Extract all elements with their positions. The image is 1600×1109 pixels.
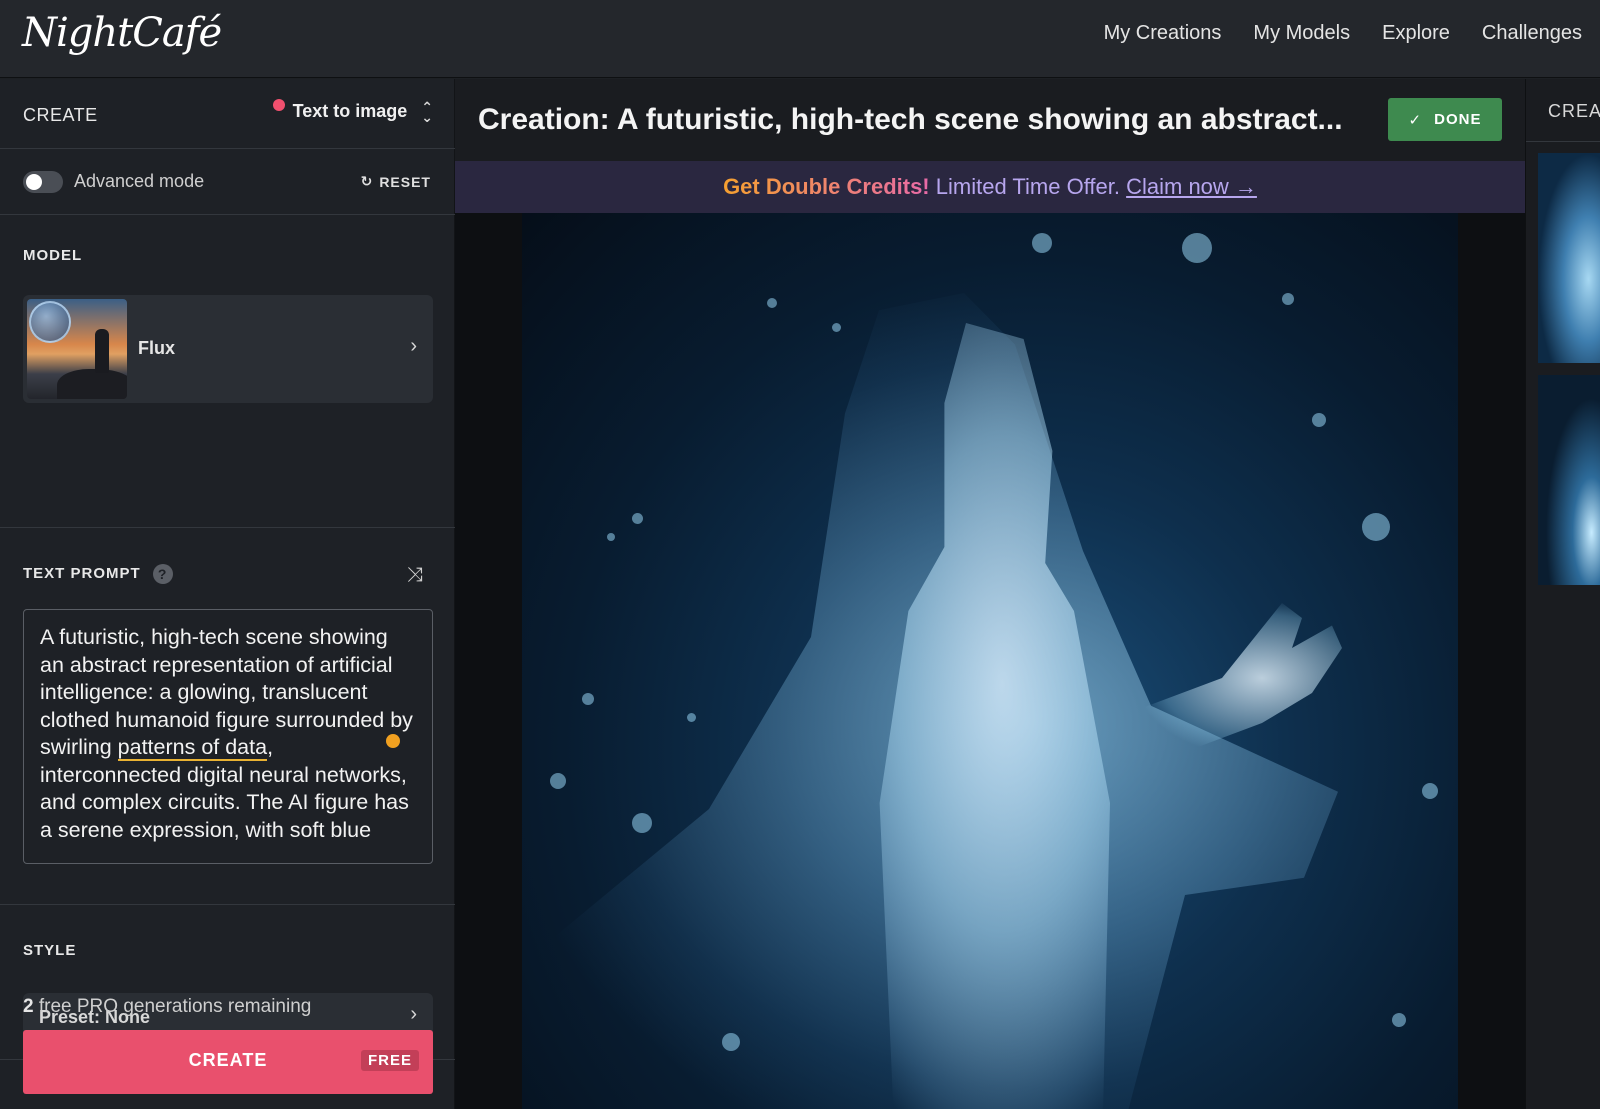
mode-select[interactable]: Text to image ⌃ ⌄	[292, 98, 433, 125]
creation-title: Creation: A futuristic, high-tech scene …	[478, 103, 1343, 136]
creation-view: Creation: A futuristic, high-tech scene …	[455, 79, 1525, 1109]
checkmark-icon: ✓	[1408, 111, 1423, 129]
divider	[1526, 141, 1600, 142]
done-label: DONE	[1434, 111, 1482, 128]
recent-creations-title: CREAT	[1548, 101, 1600, 121]
reset-label: RESET	[379, 173, 431, 190]
recent-creation-thumbnail[interactable]	[1538, 375, 1600, 585]
art-particle	[1032, 233, 1052, 253]
art-hand	[1142, 603, 1342, 753]
create-title: CREATE	[23, 105, 98, 125]
model-selector[interactable]: Flux ›	[23, 295, 433, 403]
art-particle	[1312, 413, 1326, 427]
art-particle	[687, 713, 696, 722]
art-particle	[607, 533, 615, 541]
model-label: MODEL	[23, 247, 83, 264]
notification-dot	[273, 99, 285, 111]
model-section: MODEL Flux ›	[0, 215, 455, 528]
promo-banner: Get Double Credits! Limited Time Offer. …	[455, 161, 1525, 213]
art-particle	[1282, 293, 1294, 305]
remaining-generations: 2 free PRO generations remaining	[23, 996, 311, 1018]
nav-my-models[interactable]: My Models	[1253, 22, 1350, 45]
remaining-count: 2	[23, 996, 34, 1017]
remaining-text: free PRO generations remaining	[38, 996, 312, 1017]
thumb-globe	[29, 301, 71, 343]
create-sidebar: CREATE Text to image ⌃ ⌄ Advanced mode ↻ …	[0, 79, 455, 1109]
nav-challenges[interactable]: Challenges	[1482, 22, 1582, 45]
nightcafe-logo[interactable]: NightCafé	[22, 10, 222, 56]
art-particle	[1362, 513, 1390, 541]
banner-text: Limited Time Offer.	[935, 174, 1120, 199]
text-prompt-header: TEXT PROMPT?	[23, 564, 173, 584]
advanced-mode-row: Advanced mode ↻ RESET	[0, 149, 455, 215]
art-particle	[1392, 1013, 1406, 1027]
recent-creations-strip: CREAT	[1525, 79, 1600, 1109]
toggle-knob	[26, 174, 42, 190]
prompt-textarea[interactable]: A futuristic, high-tech scene showing an…	[23, 609, 433, 864]
nav-my-creations[interactable]: My Creations	[1104, 22, 1222, 45]
art-particle	[832, 323, 841, 332]
art-particle	[632, 513, 643, 524]
art-particle	[1422, 783, 1438, 799]
advanced-mode-label: Advanced mode	[74, 171, 205, 191]
refresh-icon: ↻	[360, 173, 374, 189]
main-nav: My Creations My Models Explore Challenge…	[1104, 22, 1582, 45]
mode-select-value: Text to image	[292, 101, 408, 121]
free-badge: FREE	[360, 1050, 419, 1071]
thumb-person	[95, 329, 109, 373]
reset-button[interactable]: ↻ RESET	[361, 173, 431, 190]
art-particle	[1182, 233, 1212, 263]
claim-now-link[interactable]: Claim now →	[1126, 174, 1257, 199]
chevron-right-icon: ›	[410, 335, 417, 357]
style-label: STYLE	[23, 942, 77, 959]
recent-creation-thumbnail[interactable]	[1538, 153, 1600, 363]
nav-explore[interactable]: Explore	[1382, 22, 1450, 45]
art-particle	[632, 813, 652, 833]
art-particle	[722, 1033, 740, 1051]
model-thumbnail	[27, 299, 127, 399]
help-icon[interactable]: ?	[152, 564, 173, 584]
model-name: Flux	[138, 338, 176, 358]
generated-image[interactable]	[522, 213, 1458, 1109]
create-button[interactable]: CREATE FREE	[23, 1030, 433, 1094]
shuffle-icon[interactable]: ⤨	[407, 564, 423, 587]
done-button[interactable]: ✓ DONE	[1388, 98, 1502, 141]
text-prompt-label: TEXT PROMPT	[23, 564, 141, 582]
grammar-indicator-dot[interactable]	[386, 734, 400, 748]
creation-header: Creation: A futuristic, high-tech scene …	[455, 79, 1525, 161]
advanced-mode-toggle[interactable]	[23, 171, 63, 193]
art-particle	[550, 773, 566, 789]
chevron-right-icon: ›	[410, 1003, 417, 1025]
top-navigation-bar: NightCafé My Creations My Models Explore…	[0, 0, 1600, 78]
art-particle	[582, 693, 594, 705]
create-header: CREATE Text to image ⌃ ⌄	[0, 79, 455, 149]
updown-chevron-icon: ⌃ ⌄	[421, 98, 433, 125]
art-particle	[767, 298, 777, 308]
spellcheck-highlight: patterns of data	[117, 735, 268, 761]
thumb-rock	[57, 369, 127, 399]
banner-highlight: Get Double Credits!	[723, 174, 930, 199]
text-prompt-section: TEXT PROMPT? ⤨ A futuristic, high-tech s…	[0, 528, 455, 905]
